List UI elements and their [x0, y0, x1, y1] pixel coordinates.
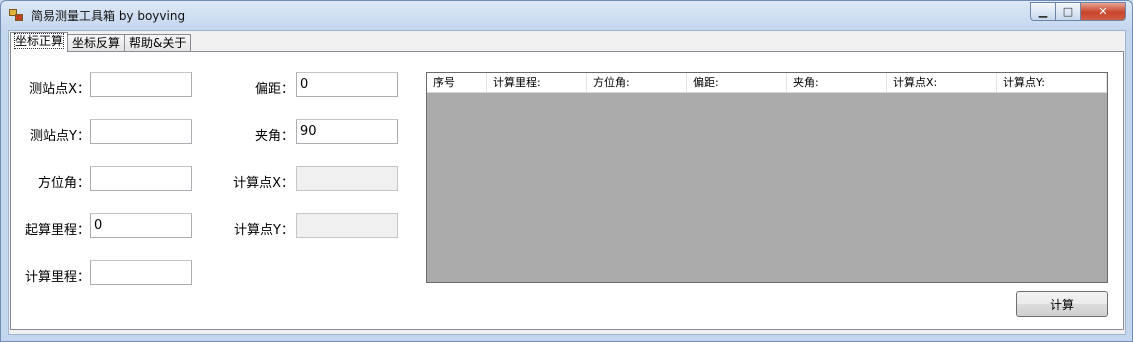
station-x-input[interactable] [90, 72, 192, 97]
calc-mileage-input[interactable] [90, 260, 192, 285]
tab-strip: 坐标正算 坐标反算 帮助&关于 [10, 32, 192, 52]
start-mileage-label: 起算里程： [24, 223, 90, 238]
column-header-index[interactable]: 序号 [427, 73, 487, 92]
column-header-calc-y[interactable]: 计算点Y: [997, 73, 1107, 92]
client-area: 坐标正算 坐标反算 帮助&关于 测站点X： 测站点Y： 方位角： 起算里程： 计… [8, 30, 1126, 335]
station-x-label: 测站点X： [29, 82, 90, 97]
column-header-mileage[interactable]: 计算里程: [487, 73, 587, 92]
column-header-calc-x[interactable]: 计算点X: [887, 73, 997, 92]
close-button[interactable]: ✕ [1081, 2, 1126, 21]
close-icon: ✕ [1098, 5, 1108, 18]
minimize-button[interactable]: ▁ [1030, 2, 1056, 21]
calc-y-output [296, 213, 398, 238]
maximize-button[interactable]: □ [1056, 2, 1081, 21]
offset-label: 偏距： [254, 82, 294, 97]
station-y-input[interactable] [90, 119, 192, 144]
start-mileage-input[interactable] [90, 213, 192, 238]
tab-panel: 测站点X： 测站点Y： 方位角： 起算里程： 计算里程： 偏距： 夹角： 计算点… [10, 51, 1124, 330]
column-header-offset[interactable]: 偏距: [687, 73, 787, 92]
offset-input[interactable] [296, 72, 398, 97]
angle-input[interactable] [296, 119, 398, 144]
station-y-label: 测站点Y： [30, 129, 90, 144]
maximize-icon: □ [1062, 5, 1074, 18]
calc-x-output [296, 166, 398, 191]
tab-forward-calc[interactable]: 坐标正算 [10, 32, 69, 52]
tab-label: 坐标正算 [13, 33, 65, 49]
title-bar[interactable]: 简易测量工具箱 by boyving ▁ □ ✕ [1, 1, 1132, 29]
window-title: 简易测量工具箱 by boyving [31, 9, 186, 23]
grid-header: 序号 计算里程: 方位角: 偏距: 夹角: 计算点X: 计算点Y: [427, 73, 1107, 93]
column-header-angle[interactable]: 夹角: [787, 73, 887, 92]
column-header-azimuth[interactable]: 方位角: [587, 73, 687, 92]
calc-x-label: 计算点X： [233, 176, 294, 191]
results-grid[interactable]: 序号 计算里程: 方位角: 偏距: 夹角: 计算点X: 计算点Y: [426, 72, 1108, 283]
minimize-icon: ▁ [1038, 5, 1048, 18]
app-icon [9, 9, 23, 21]
tab-help-about[interactable]: 帮助&关于 [124, 34, 192, 52]
angle-label: 夹角： [254, 129, 294, 144]
tab-inverse-calc[interactable]: 坐标反算 [67, 34, 126, 52]
calc-y-label: 计算点Y： [234, 223, 294, 238]
azimuth-input[interactable] [90, 166, 192, 191]
main-window: 简易测量工具箱 by boyving ▁ □ ✕ 坐标正算 坐标反算 帮助&关于… [0, 0, 1133, 342]
tab-label: 坐标反算 [72, 36, 121, 50]
tab-label: 帮助&关于 [129, 36, 187, 50]
calc-mileage-label: 计算里程： [24, 270, 90, 285]
azimuth-label: 方位角： [37, 176, 90, 191]
calculate-button[interactable]: 计算 [1016, 291, 1108, 317]
